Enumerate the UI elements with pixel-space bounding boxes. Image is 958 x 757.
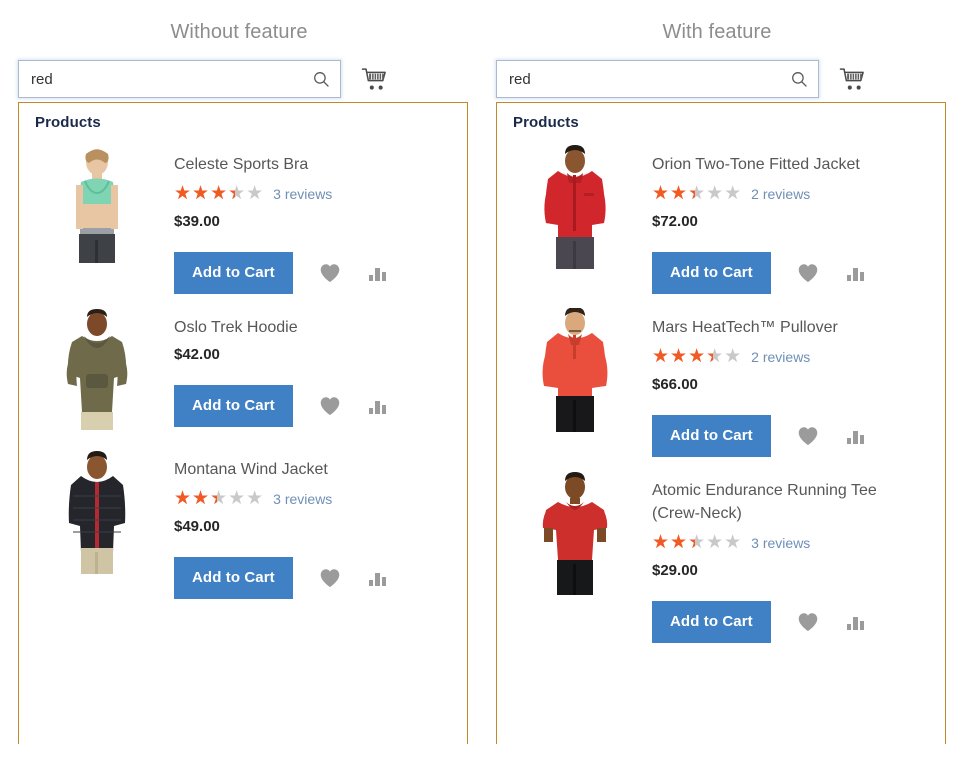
product-name[interactable]: Celeste Sports Bra bbox=[174, 153, 434, 176]
product-price: $66.00 bbox=[652, 376, 939, 393]
reviews-link[interactable]: 3 reviews bbox=[273, 491, 332, 507]
reviews-link[interactable]: 3 reviews bbox=[273, 186, 332, 202]
star-rating-icon: ★★★★★★★★★★ bbox=[652, 185, 742, 203]
reviews-link[interactable]: 2 reviews bbox=[751, 186, 810, 202]
results-heading: Products bbox=[497, 103, 945, 137]
product-name[interactable]: Orion Two-Tone Fitted Jacket bbox=[652, 153, 912, 176]
wishlist-heart-button[interactable] bbox=[793, 258, 823, 288]
search-button[interactable] bbox=[786, 66, 812, 92]
reviews-link[interactable]: 3 reviews bbox=[751, 535, 810, 551]
column-title-with-feature: With feature bbox=[488, 0, 946, 56]
product-list-left: Celeste Sports Bra ★★★★★★★★★★ 3 reviews $39… bbox=[19, 137, 467, 605]
wishlist-heart-button[interactable] bbox=[315, 563, 345, 593]
product-item[interactable]: Montana Wind Jacket ★★★★★★★★★★ 3 reviews $4… bbox=[19, 442, 467, 605]
add-to-cart-button[interactable]: Add to Cart bbox=[174, 557, 293, 599]
product-price: $39.00 bbox=[174, 213, 461, 230]
product-item[interactable]: Oslo Trek Hoodie $42.00 Add to Cart bbox=[19, 300, 467, 442]
shopping-cart-button[interactable] bbox=[836, 63, 868, 95]
star-rating-icon: ★★★★★★★★★★ bbox=[174, 185, 264, 203]
product-name[interactable]: Oslo Trek Hoodie bbox=[174, 316, 434, 339]
product-thumbnail-wrap bbox=[19, 304, 174, 436]
product-rating: ★★★★★★★★★★ 2 reviews bbox=[652, 346, 939, 368]
search-button[interactable] bbox=[308, 66, 334, 92]
product-name[interactable]: Mars HeatTech™ Pullover bbox=[652, 316, 912, 339]
product-name[interactable]: Montana Wind Jacket bbox=[174, 458, 434, 481]
product-image[interactable] bbox=[48, 145, 146, 273]
comparison-screenshot: Without feature bbox=[0, 0, 958, 757]
search-row-left bbox=[10, 56, 468, 102]
compare-bars-button[interactable] bbox=[365, 260, 391, 286]
product-rating: ★★★★★★★★★★ 2 reviews bbox=[652, 183, 939, 205]
wishlist-heart-button[interactable] bbox=[793, 607, 823, 637]
star-rating-icon: ★★★★★★★★★★ bbox=[174, 490, 264, 508]
product-image[interactable] bbox=[48, 450, 146, 578]
search-results-panel-right: Products Orion Two-Tone Fitted Jacket ★★★… bbox=[496, 102, 946, 744]
product-item[interactable]: Orion Two-Tone Fitted Jacket ★★★★★★★★★★ 2 … bbox=[497, 137, 945, 300]
product-rating: ★★★★★★★★★★ 3 reviews bbox=[174, 183, 461, 205]
compare-bars-button[interactable] bbox=[843, 609, 869, 635]
product-info: Oslo Trek Hoodie $42.00 Add to Cart bbox=[174, 304, 467, 427]
panel-without-feature: Without feature bbox=[10, 0, 468, 757]
product-thumbnail-wrap bbox=[497, 467, 652, 599]
product-thumbnail-wrap bbox=[497, 304, 652, 436]
star-rating-icon: ★★★★★★★★★★ bbox=[652, 348, 742, 366]
product-item[interactable]: Mars HeatTech™ Pullover ★★★★★★★★★★ 2 revie… bbox=[497, 300, 945, 463]
add-to-cart-button[interactable]: Add to Cart bbox=[652, 601, 771, 643]
product-price: $49.00 bbox=[174, 518, 461, 535]
product-list-right: Orion Two-Tone Fitted Jacket ★★★★★★★★★★ 2 … bbox=[497, 137, 945, 649]
product-image[interactable] bbox=[526, 471, 624, 599]
product-info: Atomic Endurance Running Tee (Crew-Neck)… bbox=[652, 467, 945, 643]
product-actions: Add to Cart bbox=[652, 238, 939, 294]
product-actions: Add to Cart bbox=[652, 587, 939, 643]
product-item[interactable]: Celeste Sports Bra ★★★★★★★★★★ 3 reviews $39… bbox=[19, 137, 467, 300]
product-thumbnail-wrap bbox=[19, 446, 174, 578]
product-rating: ★★★★★★★★★★ 3 reviews bbox=[652, 532, 939, 554]
product-price: $72.00 bbox=[652, 213, 939, 230]
search-box-right[interactable] bbox=[496, 60, 819, 98]
search-input[interactable] bbox=[497, 61, 818, 97]
product-image[interactable] bbox=[48, 308, 146, 436]
product-image[interactable] bbox=[526, 145, 624, 273]
product-info: Mars HeatTech™ Pullover ★★★★★★★★★★ 2 revie… bbox=[652, 304, 945, 457]
product-rating: ★★★★★★★★★★ 3 reviews bbox=[174, 488, 461, 510]
product-actions: Add to Cart bbox=[174, 238, 461, 294]
reviews-link[interactable]: 2 reviews bbox=[751, 349, 810, 365]
search-row-right bbox=[488, 56, 946, 102]
results-heading: Products bbox=[19, 103, 467, 137]
product-price: $29.00 bbox=[652, 562, 939, 579]
panel-with-feature: With feature bbox=[488, 0, 946, 757]
add-to-cart-button[interactable]: Add to Cart bbox=[652, 252, 771, 294]
search-results-panel-left: Products Celeste Sports Bra ★★★★★★★★★★ 3 r… bbox=[18, 102, 468, 744]
product-info: Montana Wind Jacket ★★★★★★★★★★ 3 reviews $4… bbox=[174, 446, 467, 599]
product-actions: Add to Cart bbox=[174, 371, 461, 427]
add-to-cart-button[interactable]: Add to Cart bbox=[652, 415, 771, 457]
compare-bars-button[interactable] bbox=[843, 260, 869, 286]
column-title-without-feature: Without feature bbox=[10, 0, 468, 56]
search-box-left[interactable] bbox=[18, 60, 341, 98]
search-input[interactable] bbox=[19, 61, 340, 97]
shopping-cart-button[interactable] bbox=[358, 63, 390, 95]
add-to-cart-button[interactable]: Add to Cart bbox=[174, 252, 293, 294]
product-info: Orion Two-Tone Fitted Jacket ★★★★★★★★★★ 2 … bbox=[652, 141, 945, 294]
product-thumbnail-wrap bbox=[19, 141, 174, 273]
product-thumbnail-wrap bbox=[497, 141, 652, 273]
product-actions: Add to Cart bbox=[652, 401, 939, 457]
product-info: Celeste Sports Bra ★★★★★★★★★★ 3 reviews $39… bbox=[174, 141, 467, 294]
compare-bars-button[interactable] bbox=[843, 423, 869, 449]
product-item[interactable]: Atomic Endurance Running Tee (Crew-Neck)… bbox=[497, 463, 945, 649]
wishlist-heart-button[interactable] bbox=[793, 421, 823, 451]
compare-bars-button[interactable] bbox=[365, 565, 391, 591]
star-rating-icon: ★★★★★★★★★★ bbox=[652, 534, 742, 552]
product-actions: Add to Cart bbox=[174, 543, 461, 599]
add-to-cart-button[interactable]: Add to Cart bbox=[174, 385, 293, 427]
product-price: $42.00 bbox=[174, 346, 461, 363]
product-name[interactable]: Atomic Endurance Running Tee (Crew-Neck) bbox=[652, 479, 912, 525]
compare-bars-button[interactable] bbox=[365, 393, 391, 419]
product-image[interactable] bbox=[526, 308, 624, 436]
wishlist-heart-button[interactable] bbox=[315, 258, 345, 288]
wishlist-heart-button[interactable] bbox=[315, 391, 345, 421]
